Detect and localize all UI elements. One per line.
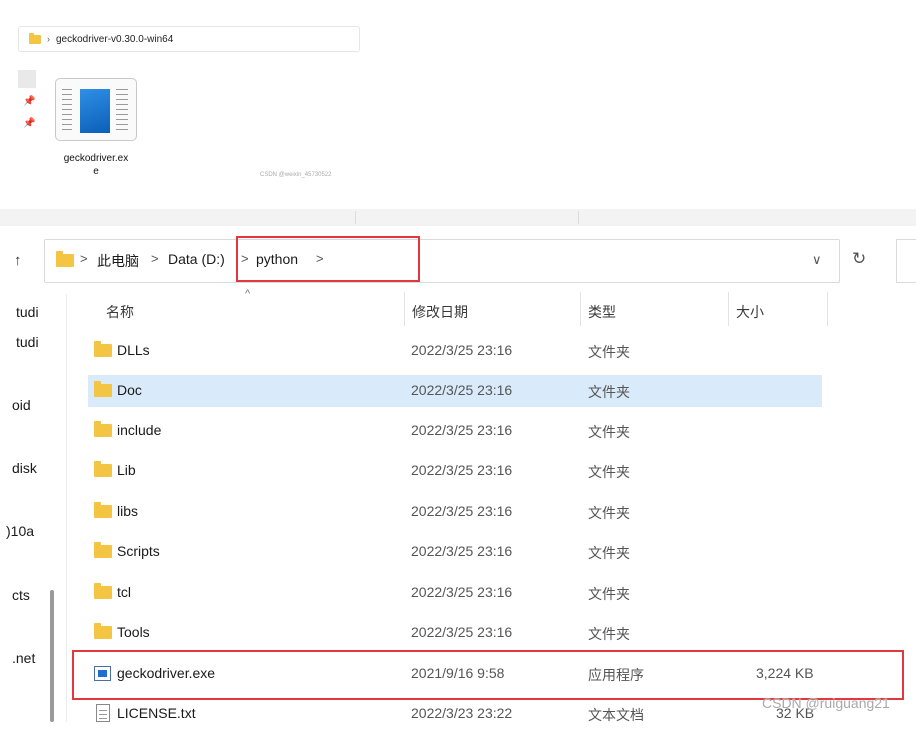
file-name: Doc <box>117 382 142 398</box>
file-name: libs <box>117 503 139 519</box>
nav-item[interactable]: oid <box>12 397 31 413</box>
inset-watermark: CSDN @weixin_45730522 <box>260 172 332 178</box>
nav-item[interactable]: tudi <box>16 304 39 320</box>
nav-item[interactable]: )10a <box>6 523 34 539</box>
file-name: Lib <box>117 462 136 478</box>
folder-icon <box>29 32 41 44</box>
address-bar[interactable] <box>44 239 840 283</box>
file-name: LICENSE.txt <box>117 705 196 721</box>
file-row-libs[interactable]: libs 2022/3/25 23:16 文件夹 <box>88 496 822 528</box>
nav-item[interactable]: disk <box>12 460 37 476</box>
chevron-right-icon: > <box>151 251 159 266</box>
file-type: 文件夹 <box>588 545 630 561</box>
nav-item-placeholder <box>18 70 36 88</box>
column-header-name[interactable]: 名称 <box>106 302 134 322</box>
file-row-dlls[interactable]: DLLs 2022/3/25 23:16 文件夹 <box>88 335 822 367</box>
folder-icon <box>94 583 112 599</box>
chevron-right-icon: > <box>80 251 88 266</box>
inset-path: geckodriver-v0.30.0-win64 <box>56 33 174 45</box>
inset-breadcrumb[interactable]: › geckodriver-v0.30.0-win64 <box>18 26 360 52</box>
pin-icon: 📌 <box>23 118 36 129</box>
file-row-tools[interactable]: Tools 2022/3/25 23:16 文件夹 <box>88 617 822 649</box>
file-type: 文本文档 <box>588 707 644 723</box>
file-date: 2022/3/25 23:16 <box>411 584 513 600</box>
text-file-icon <box>96 704 110 722</box>
column-header-type[interactable]: 类型 <box>588 302 616 322</box>
file-name: Tools <box>117 624 150 640</box>
file-type: 文件夹 <box>588 384 630 400</box>
file-date: 2022/3/25 23:16 <box>411 543 513 559</box>
file-name: include <box>117 422 162 438</box>
search-input[interactable] <box>896 239 916 283</box>
breadcrumb-this-pc[interactable]: 此电脑 <box>97 251 139 271</box>
folder-icon <box>94 381 112 397</box>
file-row-doc[interactable]: Doc 2022/3/25 23:16 文件夹 <box>88 375 822 407</box>
file-date: 2022/3/25 23:16 <box>411 342 513 358</box>
file-type: 文件夹 <box>588 464 630 480</box>
inset-file-name[interactable]: geckodriver.ex e <box>48 152 144 178</box>
file-date: 2022/3/25 23:16 <box>411 382 513 398</box>
highlight-box-python <box>236 236 420 282</box>
folder-icon <box>94 421 112 437</box>
file-type: 文件夹 <box>588 626 630 642</box>
file-row-lib[interactable]: Lib 2022/3/25 23:16 文件夹 <box>88 455 822 487</box>
file-date: 2022/3/25 23:16 <box>411 624 513 640</box>
file-name: tcl <box>117 584 131 600</box>
file-row-scripts[interactable]: Scripts 2022/3/25 23:16 文件夹 <box>88 536 822 568</box>
folder-icon <box>94 623 112 639</box>
refresh-icon[interactable]: ↻ <box>852 249 866 269</box>
file-type: 文件夹 <box>588 344 630 360</box>
file-type: 文件夹 <box>588 424 630 440</box>
breadcrumb-data-d[interactable]: Data (D:) <box>168 251 225 267</box>
nav-item[interactable]: .net <box>12 650 35 666</box>
file-row-license[interactable]: LICENSE.txt 2022/3/23 23:22 文本文档 32 KB <box>88 698 822 730</box>
watermark: CSDN @ruiguang21 <box>762 695 890 711</box>
exe-file-icon[interactable] <box>55 78 137 141</box>
file-date: 2022/3/23 23:22 <box>411 705 513 721</box>
pin-icon: 📌 <box>23 96 36 107</box>
column-divider[interactable] <box>580 292 581 326</box>
file-name: DLLs <box>117 342 150 358</box>
file-type: 文件夹 <box>588 505 630 521</box>
file-type: 文件夹 <box>588 586 630 602</box>
folder-icon <box>94 341 112 357</box>
toolbar-strip <box>0 209 916 226</box>
folder-icon <box>56 251 74 267</box>
file-row-include[interactable]: include 2022/3/25 23:16 文件夹 <box>88 415 822 447</box>
nav-divider <box>66 294 67 722</box>
file-date: 2022/3/25 23:16 <box>411 422 513 438</box>
file-name: Scripts <box>117 543 160 559</box>
folder-icon <box>94 461 112 477</box>
column-header-date[interactable]: 修改日期 <box>412 302 468 322</box>
file-date: 2022/3/25 23:16 <box>411 503 513 519</box>
column-divider[interactable] <box>404 292 405 326</box>
file-date: 2022/3/25 23:16 <box>411 462 513 478</box>
folder-icon <box>94 542 112 558</box>
file-row-tcl[interactable]: tcl 2022/3/25 23:16 文件夹 <box>88 577 822 609</box>
column-header-size[interactable]: 大小 <box>736 302 764 322</box>
up-arrow-icon[interactable]: ↑ <box>14 252 22 269</box>
folder-icon <box>94 502 112 518</box>
column-divider[interactable] <box>827 292 828 326</box>
sort-up-icon: ^ <box>245 288 251 300</box>
nav-item[interactable]: tudi <box>16 334 39 350</box>
column-divider[interactable] <box>728 292 729 326</box>
chevron-down-icon[interactable]: ∨ <box>812 252 822 268</box>
divider <box>578 211 579 224</box>
chevron-right-icon: › <box>47 34 50 44</box>
nav-scrollbar[interactable] <box>50 590 54 722</box>
nav-item[interactable]: cts <box>12 587 30 603</box>
divider <box>355 211 356 224</box>
highlight-box-geckodriver <box>72 650 904 700</box>
